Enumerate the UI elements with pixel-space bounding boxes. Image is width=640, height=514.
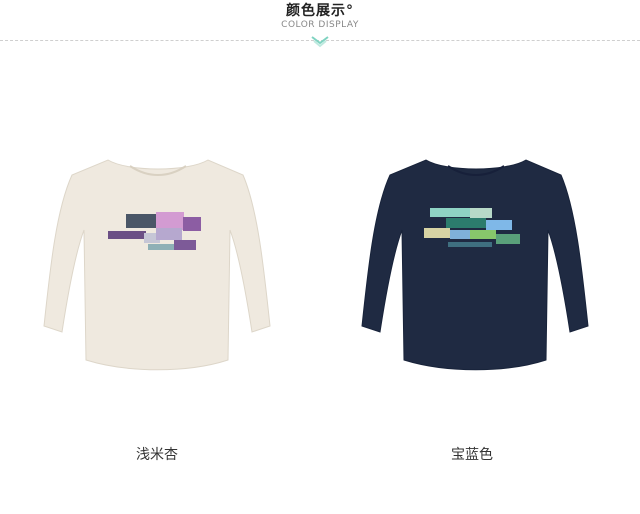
section-subtitle: COLOR DISPLAY: [281, 20, 359, 30]
section-header: 颜色展示° COLOR DISPLAY: [0, 0, 640, 50]
product-label-beige: 浅米杏: [136, 447, 178, 463]
product-image-navy-shirt[interactable]: [356, 150, 596, 390]
product-label-navy: 宝蓝色: [451, 447, 493, 463]
chevron-down-icon: [311, 36, 329, 48]
product-image-beige-shirt[interactable]: [38, 150, 278, 390]
section-title: 颜色展示°: [286, 3, 354, 19]
